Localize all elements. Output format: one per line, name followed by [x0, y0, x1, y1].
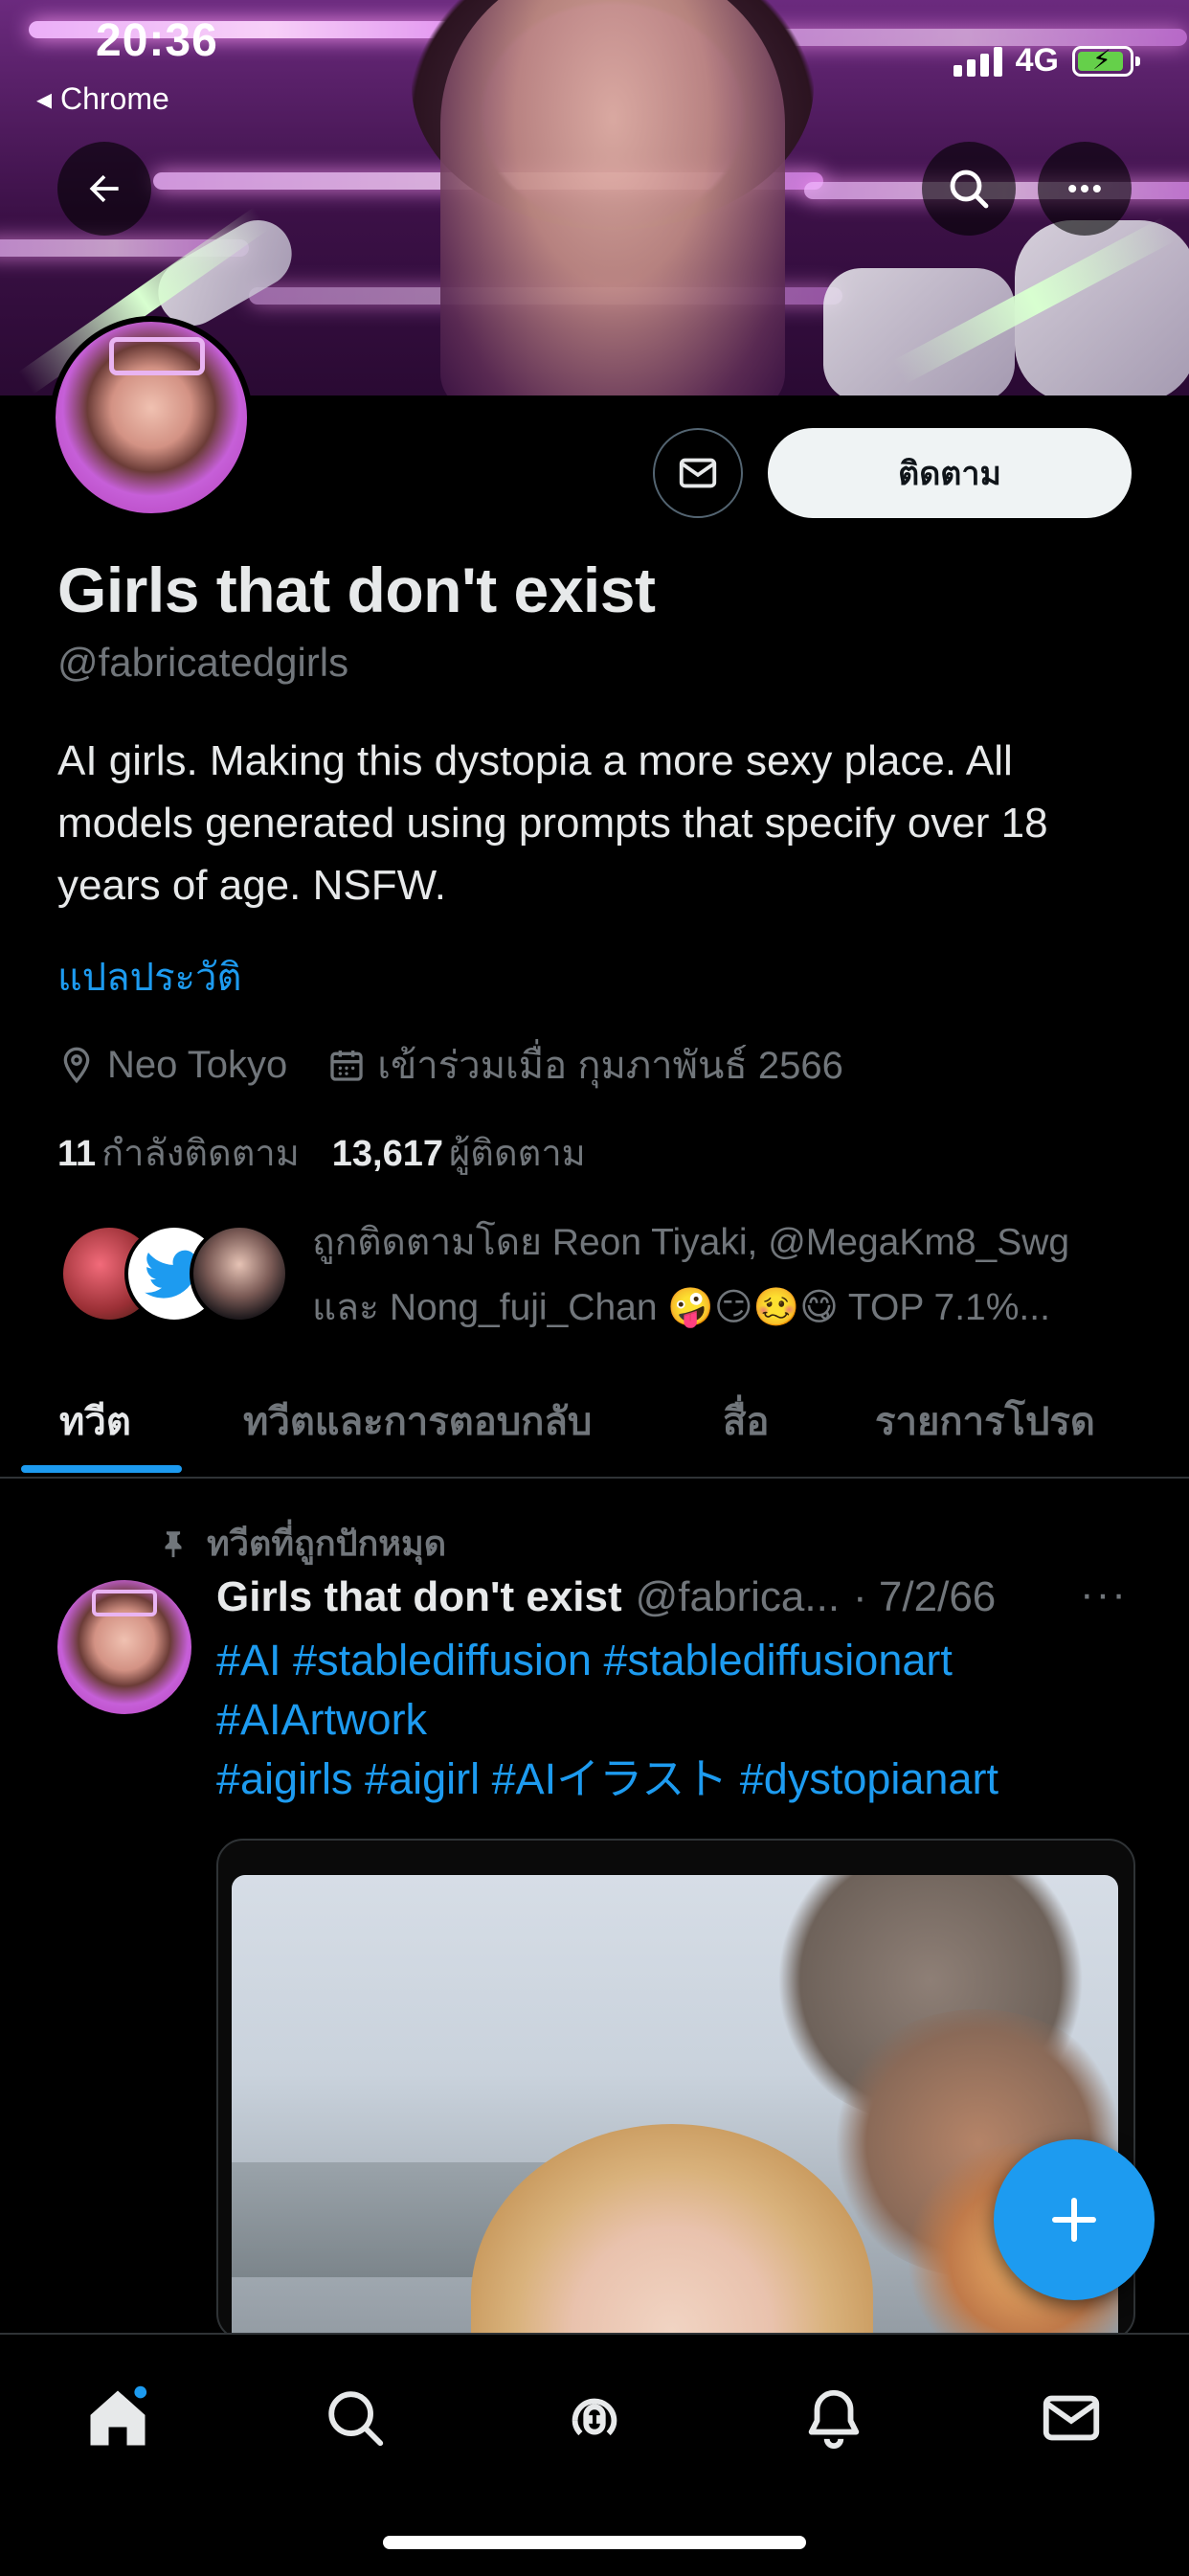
- profile-handle: @fabricatedgirls: [57, 640, 349, 685]
- following-label: กำลังติดตาม: [101, 1134, 300, 1174]
- search-icon: [950, 169, 989, 209]
- tabs-divider: [0, 1477, 1189, 1479]
- arrow-left-icon: [89, 174, 119, 203]
- spaces-icon: [572, 2398, 617, 2436]
- status-indicators: 4G ⚡: [953, 42, 1140, 79]
- nav-notifications[interactable]: [791, 2375, 877, 2461]
- network-label: 4G: [1015, 42, 1059, 79]
- followers-label: ผู้ติดตาม: [449, 1134, 586, 1174]
- profile-meta: Neo Tokyo เข้าร่วมเมื่อ กุมภาพันธ์ 2566: [57, 1034, 884, 1096]
- profile-bio: AI girls. Making this dystopia a more se…: [57, 737, 1048, 909]
- tweet-author-handle[interactable]: @fabrica...: [636, 1573, 840, 1621]
- joined-text: เข้าร่วมเมื่อ กุมภาพันธ์ 2566: [377, 1045, 843, 1087]
- search-icon: [328, 2391, 384, 2447]
- follow-counts: 11 กำลังติดตาม 13,617 ผู้ติดตาม: [57, 1123, 586, 1182]
- pin-icon: [165, 1530, 182, 1557]
- tweet-author-name[interactable]: Girls that don't exist: [216, 1573, 622, 1621]
- tweet-date[interactable]: · 7/2/66: [853, 1573, 996, 1621]
- followed-by-line2: และ Nong_fuji_Chan 🤪😏🥴😋 TOP 7.1%...: [312, 1287, 1050, 1328]
- follow-button[interactable]: ติดตาม: [768, 428, 1132, 518]
- nav-messages[interactable]: [1028, 2375, 1114, 2461]
- tweet-hashtags-line3[interactable]: #aigirls #aigirl #AIイラスト #dystopianart: [216, 1750, 1135, 1809]
- followers-count: 13,617: [331, 1134, 444, 1174]
- calendar-icon: [330, 1051, 363, 1081]
- profile-tabs: ทวีต ทวีตและการตอบกลับ สื่อ รายการโปรด: [0, 1371, 1189, 1479]
- pinned-label: ทวีตที่ถูกปักหมุด: [157, 1516, 446, 1570]
- tab-tweets[interactable]: ทวีต: [59, 1390, 131, 1452]
- more-button[interactable]: [1038, 142, 1132, 236]
- envelope-icon: [679, 458, 717, 488]
- more-horizontal-icon: [1068, 184, 1101, 193]
- nav-spaces[interactable]: [551, 2375, 638, 2461]
- followed-by-line1: ถูกติดตามโดย Reon Tiyaki, @MegaKm8_Swg: [312, 1222, 1070, 1263]
- plus-icon: [1052, 2198, 1096, 2242]
- tweet-hashtags-line1[interactable]: #AI #stablediffusion #stablediffusionart: [216, 1631, 1135, 1690]
- home-indicator[interactable]: [383, 2536, 806, 2549]
- back-to-app-link[interactable]: ◂ Chrome: [36, 80, 169, 117]
- profile-display-name: Girls that don't exist: [57, 554, 656, 625]
- tab-media[interactable]: สื่อ: [723, 1390, 769, 1452]
- tweet-header: Girls that don't exist @fabrica... · 7/2…: [216, 1573, 996, 1621]
- location-text: Neo Tokyo: [107, 1043, 288, 1086]
- back-button[interactable]: [57, 142, 151, 236]
- active-tab-indicator: [21, 1465, 182, 1473]
- tweet-author-avatar[interactable]: [57, 1580, 191, 1714]
- compose-tweet-button[interactable]: [994, 2139, 1155, 2300]
- followed-by-text[interactable]: ถูกติดตามโดย Reon Tiyaki, @MegaKm8_Swg แ…: [312, 1210, 1135, 1341]
- map-pin-icon: [63, 1047, 90, 1084]
- following-count: 11: [57, 1134, 97, 1174]
- bell-icon: [808, 2389, 860, 2450]
- nav-home[interactable]: [75, 2375, 161, 2461]
- battery-icon: ⚡: [1072, 45, 1140, 77]
- tweet-hashtags-line2[interactable]: #AIArtwork: [216, 1690, 1135, 1750]
- profile-avatar[interactable]: [50, 316, 253, 519]
- tweet-more-button[interactable]: ···: [1080, 1570, 1128, 1618]
- tab-tweets-replies[interactable]: ทวีตและการตอบกลับ: [243, 1390, 592, 1452]
- followers-link[interactable]: 13,617 ผู้ติดตาม: [332, 1123, 586, 1182]
- tweet-media[interactable]: [216, 1839, 1135, 2340]
- pinned-text: ทวีตที่ถูกปักหมุด: [207, 1524, 447, 1563]
- envelope-icon: [1043, 2395, 1100, 2441]
- tweet-photo: [232, 1875, 1118, 2339]
- tweet-text: #AI #stablediffusion #stablediffusionart…: [216, 1631, 1135, 1809]
- translate-bio-link[interactable]: แปลประวัติ: [57, 946, 241, 1007]
- signal-icon: [953, 46, 1002, 77]
- search-button[interactable]: [922, 142, 1016, 236]
- following-link[interactable]: 11 กำลังติดตาม: [57, 1123, 300, 1182]
- status-time: 20:36: [96, 15, 218, 66]
- follower-avatar: [190, 1224, 289, 1323]
- followed-by-avatars[interactable]: [59, 1224, 289, 1329]
- home-icon: [90, 2385, 147, 2446]
- message-button[interactable]: [653, 428, 743, 518]
- tab-likes[interactable]: รายการโปรด: [875, 1390, 1095, 1452]
- nav-search[interactable]: [312, 2375, 398, 2461]
